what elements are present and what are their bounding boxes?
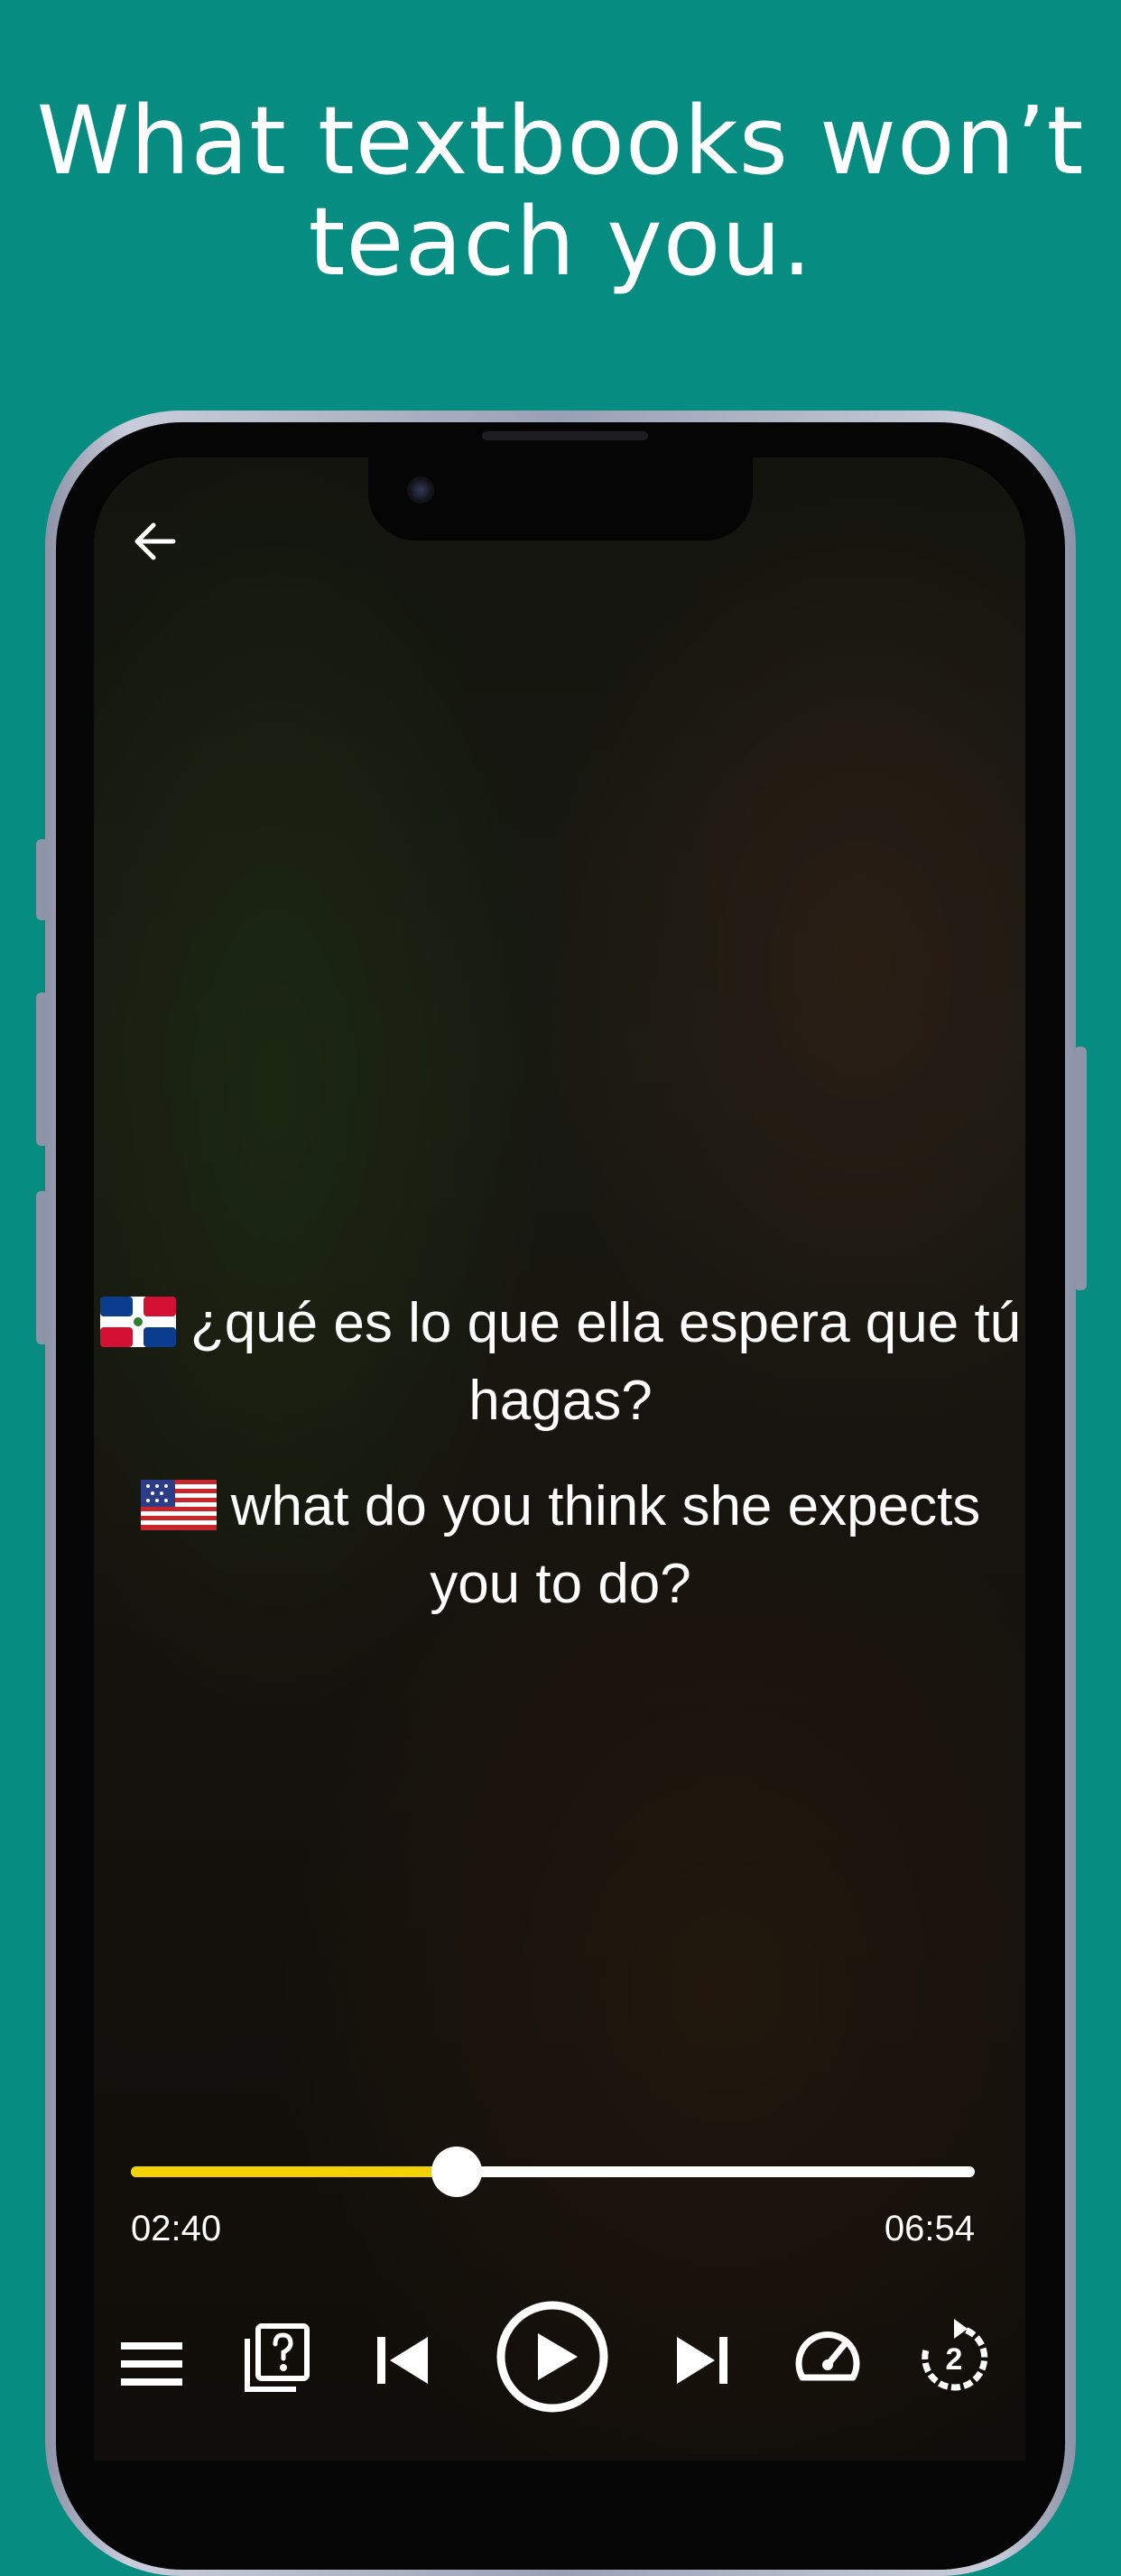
current-time: 02:40 [131,2209,222,2248]
menu-icon [121,2342,182,2386]
dominican-republic-flag-icon [99,1297,176,1347]
play-button[interactable] [495,2299,610,2414]
quiz-icon [245,2323,310,2392]
progress-fill [131,2166,457,2177]
speed-button[interactable] [789,2319,866,2396]
us-flag-icon [140,1480,217,1530]
speed-icon [795,2331,860,2381]
progress-bar[interactable] [131,2166,975,2177]
video-overlay [94,457,1025,2461]
next-icon [677,2337,727,2384]
progress-thumb[interactable] [431,2147,482,2197]
replay-seconds-label: 2 [946,2342,963,2377]
volume-up-button [36,993,49,1146]
subtitle-original[interactable]: ¿qué es lo que ella espera que tú hagas? [99,1285,1022,1440]
replay-icon: 2 [922,2319,988,2391]
headline-line-2: teach you. [308,187,813,297]
quiz-button[interactable] [236,2319,316,2398]
volume-down-button [36,1191,49,1344]
previous-button[interactable] [368,2326,437,2395]
back-button[interactable] [126,512,184,570]
subtitle-original-text: ¿qué es lo que ella espera que tú hagas? [190,1292,1022,1432]
total-duration: 06:54 [884,2209,975,2248]
headline-line-1: What textbooks won’t [36,86,1085,196]
mute-switch [36,839,49,920]
headline: What textbooks won’t teach you. [0,90,1121,292]
back-arrow-icon [134,522,176,560]
video-screen[interactable] [94,457,1025,2461]
earpiece-speaker [482,431,648,440]
power-button [1074,1047,1087,1290]
subtitle-translation-text: what do you think she expects you to do? [230,1475,981,1615]
menu-button[interactable] [116,2328,188,2400]
replay-button[interactable]: 2 [912,2315,996,2400]
subtitle-translation[interactable]: what do you think she expects you to do? [99,1468,1022,1623]
play-icon [496,2301,608,2413]
front-camera [407,476,434,503]
next-button[interactable] [668,2326,737,2395]
previous-icon [377,2337,428,2384]
